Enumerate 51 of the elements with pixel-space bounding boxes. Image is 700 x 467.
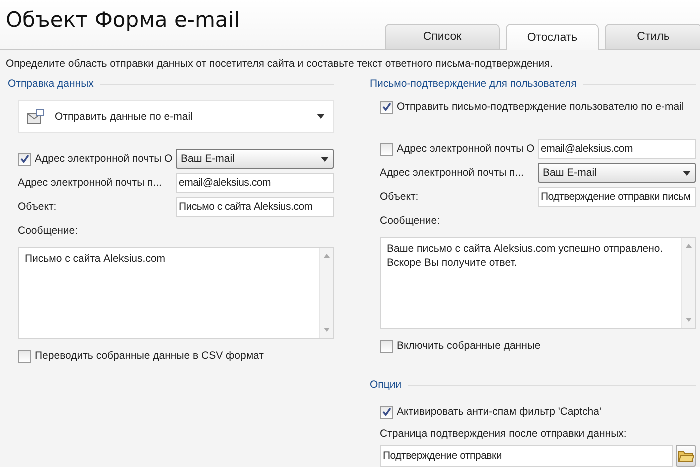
caret-icon xyxy=(683,170,691,176)
input-field[interactable]: Письмо с сайта Aleksius.com xyxy=(176,197,334,217)
checkbox[interactable] xyxy=(380,100,393,114)
browse-button[interactable] xyxy=(676,445,696,467)
scroll-up-icon[interactable] xyxy=(324,254,330,258)
input-field[interactable]: Подтверждение отправки письм xyxy=(538,187,696,207)
field-label: Сообщение: xyxy=(380,215,442,227)
field-label: Страница подтверждения после отправки данных: xyxy=(380,428,627,440)
section-heading: Отправка данных xyxy=(8,78,94,90)
tab[interactable]: Отослать xyxy=(506,24,599,50)
scrollbar[interactable] xyxy=(319,248,333,338)
field-label: Адрес электронной почты п... xyxy=(18,177,163,189)
action-dropdown[interactable]: Отправить данные по e-mail xyxy=(18,100,334,133)
scrollbar[interactable] xyxy=(681,238,695,328)
checkbox[interactable] xyxy=(18,350,31,362)
checkbox-label: Активировать анти-спам фильтр 'Captcha' xyxy=(397,406,602,418)
checkbox[interactable] xyxy=(380,340,393,352)
message-text: Письмо с сайта Aleksius.com xyxy=(24,252,167,267)
tab[interactable]: Список xyxy=(385,24,500,50)
checkbox[interactable] xyxy=(380,142,393,156)
checkbox-label: Переводить собранные данные в CSV формат xyxy=(35,350,264,362)
caret-icon xyxy=(321,156,329,162)
field-label: Адрес электронной почты п... xyxy=(380,167,525,179)
scroll-down-icon[interactable] xyxy=(686,318,692,322)
field-label: Адрес электронной почты О xyxy=(35,153,173,165)
section-heading: Опции xyxy=(370,379,402,391)
checkbox-label: Отправить письмо-подтверждение пользователю по e-mail xyxy=(397,101,684,113)
checkbox[interactable] xyxy=(18,152,31,166)
description-text: Определите область отправки данных от посетителя сайта и составьте текст ответного письма-подтверждения. xyxy=(6,58,554,70)
input-field[interactable]: email@aleksius.com xyxy=(176,173,334,193)
section-heading: Письмо-подтверждение для пользователя xyxy=(370,78,577,90)
field-label: Адрес электронной почты О xyxy=(397,143,535,155)
message-text: Ваше письмо с сайта Aleksius.com успешно отправлено. Вскоре Вы получите ответ. xyxy=(386,242,664,271)
tab[interactable]: Стиль xyxy=(605,24,700,50)
scroll-down-icon[interactable] xyxy=(324,328,330,332)
envelope-icon xyxy=(27,108,45,124)
message-textarea[interactable]: Ваше письмо с сайта Aleksius.com успешно отправлено. Вскоре Вы получите ответ. xyxy=(380,237,696,329)
folder-icon xyxy=(678,450,694,462)
input-field[interactable]: email@aleksius.com xyxy=(538,139,696,159)
scroll-up-icon[interactable] xyxy=(686,244,692,248)
dropdown[interactable]: Ваш E-mail xyxy=(176,149,334,169)
checkbox[interactable] xyxy=(380,406,393,418)
checkbox-label: Включить собранные данные xyxy=(397,340,541,352)
dropdown[interactable]: Ваш E-mail xyxy=(538,163,696,183)
window-title: Объект Форма e-mail xyxy=(5,7,240,32)
field-label: Сообщение: xyxy=(18,225,80,237)
caret-icon xyxy=(317,114,325,119)
message-textarea[interactable]: Письмо с сайта Aleksius.com xyxy=(18,247,334,339)
input-field[interactable]: Подтверждение отправки xyxy=(380,445,673,467)
field-label: Объект: xyxy=(18,201,58,213)
field-label: Объект: xyxy=(380,191,420,203)
